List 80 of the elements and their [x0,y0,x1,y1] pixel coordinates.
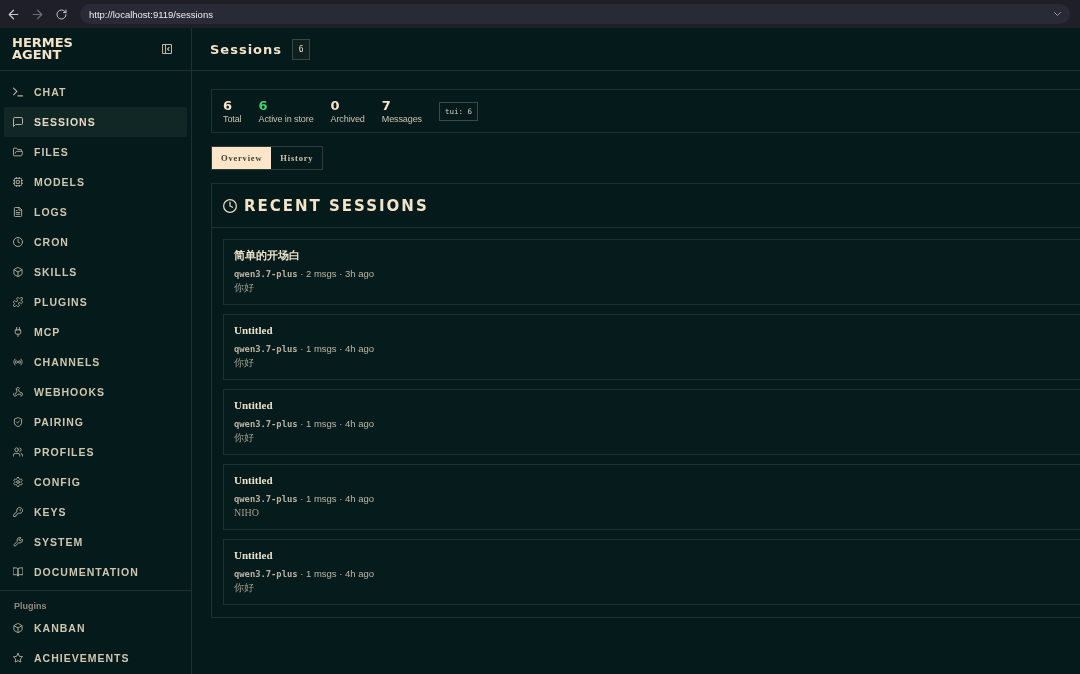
session-meta: qwen3.7-plus · 1 msgs · 4h ago [234,417,375,431]
nav-item[interactable]: PAIRING [4,407,187,437]
broadcast-icon [13,357,23,367]
session-title: Untitled [234,473,273,487]
session-meta: qwen3.7-plus · 1 msgs · 4h ago [234,342,375,356]
session-preview: 你好 [234,581,254,594]
users-icon [13,447,23,457]
wrench-icon [13,537,23,547]
nav-item[interactable]: CRON [4,227,187,257]
session-title: 简单的开场白 [234,248,300,262]
session-card[interactable]: Untitled qwen3.7-plus · 1 msgs · 4h ago 你好 [223,389,1080,455]
section-label: Plugins [14,600,47,613]
session-preview: 你好 [234,356,254,369]
star-icon [13,653,23,663]
stat-label: Messages [381,112,422,125]
nav-item[interactable]: DOCUMENTATION [4,557,187,587]
stat-label: Archived [330,112,365,125]
nav-item[interactable]: CHANNELS [4,347,187,377]
chip-icon [13,177,23,187]
settings-icon [13,477,23,487]
session-card[interactable]: 简单的开场白 qwen3.7-plus · 2 msgs · 3h ago 你好 [223,239,1080,305]
nav-item[interactable]: LOGS [4,197,187,227]
session-card[interactable]: Untitled qwen3.7-plus · 1 msgs · 4h ago 你好 [223,314,1080,380]
stat-label: Active in store [258,112,314,125]
tab[interactable]: Overview [212,147,272,169]
book-icon [13,567,23,577]
session-title: Untitled [234,398,273,412]
clock-icon [223,198,237,213]
key-icon [13,507,23,517]
left-arrow-icon[interactable] [7,8,19,20]
terminal-icon [13,87,23,97]
nav-item[interactable]: FILES [4,137,187,167]
session-card[interactable]: Untitled qwen3.7-plus · 1 msgs · 4h ago NIHO [223,464,1080,530]
nav-item[interactable]: SKILLS [4,257,187,287]
session-preview: 你好 [234,281,254,294]
session-meta: qwen3.7-plus · 2 msgs · 3h ago [234,267,375,281]
clock-icon [13,237,23,247]
sidebar-collapse-icon[interactable] [162,44,172,54]
reload-icon[interactable] [55,8,67,20]
session-title: Untitled [234,323,273,337]
nav-item[interactable]: ACHIEVEMENTS [4,643,187,673]
tab[interactable]: History [271,147,323,169]
stat-value: 7 [381,97,392,113]
nav-item[interactable]: WEBHOOKS [4,377,187,407]
session-count: 6 [292,38,311,60]
nav-item[interactable]: MODELS [4,167,187,197]
chevron-down-icon[interactable] [1054,12,1061,16]
nav-item[interactable]: SYSTEM [4,527,187,557]
puzzle-icon [13,297,23,307]
session-card[interactable]: Untitled qwen3.7-plus · 1 msgs · 4h ago 你好 [223,539,1080,605]
app-title: HERMES AGENT [12,37,73,61]
webhook-icon [13,387,23,397]
nav-item[interactable]: PLUGINS [4,287,187,317]
session-meta: qwen3.7-plus · 1 msgs · 4h ago [234,492,375,506]
nav-item[interactable]: MCP [4,317,187,347]
stat-label: Total [223,112,242,125]
session-preview: 你好 [234,431,254,444]
stat-value: 6 [223,97,234,113]
stat-value: 6 [258,97,269,113]
nav-item[interactable]: PROFILES [4,437,187,467]
session-meta: qwen3.7-plus · 1 msgs · 4h ago [234,567,375,581]
cube-icon [13,623,23,633]
nav-item[interactable]: KEYS [4,497,187,527]
document-icon [13,207,23,217]
session-preview: NIHO [234,506,259,519]
folder-icon [13,147,23,157]
message-icon [13,117,23,127]
plug-icon [13,327,23,337]
page-title: Sessions [210,41,283,57]
nav-item[interactable]: CHAT [4,77,187,107]
shield-check-icon [13,417,23,427]
stat-value: 0 [330,97,341,113]
nav-item[interactable]: CONFIG [4,467,187,497]
panel-title: RECENT SESSIONS [244,196,429,215]
address-bar[interactable]: http://localhost:9119/sessions [80,4,1070,24]
right-arrow-icon[interactable] [31,8,43,20]
session-title: Untitled [234,548,273,562]
nav-item[interactable]: KANBAN [4,613,187,643]
nav-item[interactable]: SESSIONS [4,107,187,137]
cube-icon [13,267,23,277]
